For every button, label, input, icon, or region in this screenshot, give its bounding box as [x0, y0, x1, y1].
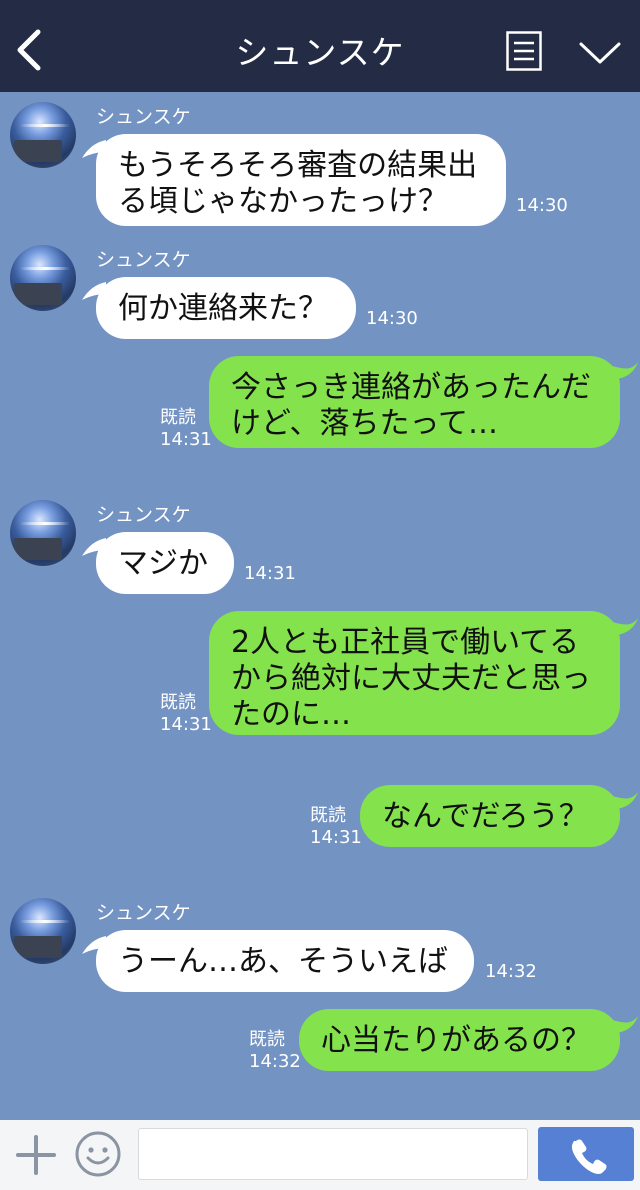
smiley-icon	[75, 1131, 121, 1177]
message-time: 14:31	[160, 714, 212, 735]
read-label: 既読	[249, 1029, 285, 1050]
chevron-down-icon	[579, 42, 621, 64]
read-status: 既読 14:31	[310, 805, 362, 849]
collapse-button[interactable]	[578, 36, 622, 68]
message-time: 14:32	[249, 1051, 301, 1072]
phone-icon	[571, 1139, 607, 1174]
avatar[interactable]	[10, 898, 76, 964]
message-bubble[interactable]: 今さっき連絡があったんだ けど、落ちたって…	[209, 356, 620, 448]
message-bubble[interactable]: なんでだろう？	[360, 785, 620, 847]
message-line: マジか	[118, 546, 208, 581]
message-bubble[interactable]: 2人とも正社員で働いてる から絶対に大丈夫だと思っ たのに…	[209, 611, 620, 735]
message-line: けど、落ちたって…	[231, 406, 498, 441]
chat-header: シュンスケ	[0, 0, 640, 92]
message-input[interactable]	[138, 1128, 528, 1180]
chat-area[interactable]: シュンスケ もうそろそろ審査の結果出 る頃じゃなかったっけ？ 14:30 シュン…	[0, 92, 640, 1120]
message-line: 何か連絡来た？	[118, 291, 328, 326]
message-bubble[interactable]: 何か連絡来た？	[96, 277, 356, 339]
message-time: 14:31	[160, 429, 212, 450]
message-line: 2人とも正社員で働いてる	[231, 625, 580, 660]
message-time: 14:32	[485, 961, 537, 982]
menu-button[interactable]	[506, 31, 542, 71]
message-time: 14:31	[244, 563, 296, 584]
message-line: うーん…あ、そういえば	[118, 944, 448, 979]
message-time: 14:30	[366, 308, 418, 329]
message-bubble[interactable]: もうそろそろ審査の結果出 る頃じゃなかったっけ？	[96, 134, 506, 226]
emoji-button[interactable]	[74, 1130, 122, 1178]
bubble-tail	[612, 792, 638, 810]
input-bar	[0, 1120, 640, 1190]
bubble-tail	[612, 362, 638, 380]
message-line: もうそろそろ審査の結果出	[118, 148, 478, 183]
read-status: 既読 14:31	[160, 692, 212, 736]
read-label: 既読	[310, 805, 346, 826]
chat-title: シュンスケ	[235, 33, 405, 72]
call-button[interactable]	[538, 1127, 634, 1181]
message-bubble[interactable]: マジか	[96, 532, 234, 594]
sender-name: シュンスケ	[96, 504, 191, 526]
menu-list-icon	[506, 31, 542, 71]
sender-name: シュンスケ	[96, 902, 191, 924]
read-status: 既読 14:32	[249, 1029, 301, 1073]
read-label: 既読	[160, 692, 196, 713]
message-line: なんでだろう？	[382, 799, 589, 834]
bubble-tail	[612, 618, 638, 636]
plus-icon	[16, 1135, 56, 1175]
add-button[interactable]	[14, 1133, 58, 1177]
message-bubble[interactable]: うーん…あ、そういえば	[96, 930, 474, 992]
avatar[interactable]	[10, 245, 76, 311]
sender-name: シュンスケ	[96, 249, 191, 271]
message-time: 14:31	[310, 827, 362, 848]
avatar[interactable]	[10, 102, 76, 168]
message-line: から絶対に大丈夫だと思っ	[231, 661, 591, 696]
message-line: 心当たりがあるの？	[321, 1023, 591, 1058]
message-line: る頃じゃなかったっけ？	[118, 184, 448, 219]
read-label: 既読	[160, 407, 196, 428]
message-line: 今さっき連絡があったんだ	[231, 370, 591, 405]
avatar[interactable]	[10, 500, 76, 566]
read-status: 既読 14:31	[160, 407, 212, 451]
bubble-tail	[612, 1016, 638, 1034]
sender-name: シュンスケ	[96, 106, 191, 128]
message-bubble[interactable]: 心当たりがあるの？	[299, 1009, 620, 1071]
message-line: たのに…	[231, 697, 351, 732]
message-time: 14:30	[516, 195, 568, 216]
